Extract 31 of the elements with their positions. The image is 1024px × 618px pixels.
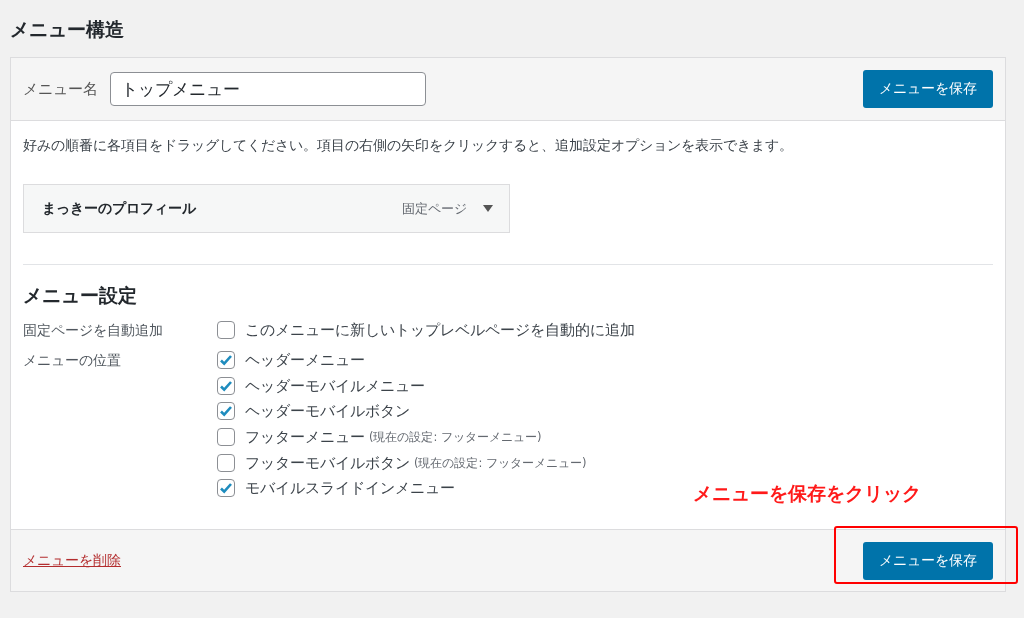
checkbox[interactable] bbox=[217, 321, 235, 339]
auto-add-label: 固定ページを自動追加 bbox=[23, 321, 164, 340]
menu-name-field[interactable]: トップメニュー bbox=[110, 72, 426, 106]
location-label: フッターメニュー bbox=[245, 428, 365, 448]
auto-add-option: このメニューに新しいトップレベルページを自動的に追加 bbox=[245, 319, 635, 341]
checkbox[interactable] bbox=[217, 351, 235, 369]
save-menu-button[interactable]: メニューを保存 bbox=[863, 541, 993, 580]
settings-title: メニュー設定 bbox=[23, 283, 138, 308]
annotation-text: メニューを保存をクリック bbox=[693, 481, 921, 507]
checkbox[interactable] bbox=[217, 479, 235, 498]
checkbox[interactable] bbox=[217, 376, 235, 395]
menu-item[interactable]: まっきーのプロフィール 固定ページ bbox=[23, 184, 510, 233]
delete-menu-link[interactable]: メニューを削除 bbox=[23, 551, 121, 570]
location-label: モバイルスライドインメニュー bbox=[245, 479, 455, 499]
caret-icon[interactable] bbox=[483, 205, 493, 212]
checkbox[interactable] bbox=[217, 453, 235, 472]
save-menu-button[interactable]: メニューを保存 bbox=[863, 70, 993, 108]
location-note: (現在の設定: フッターメニュー) bbox=[369, 429, 542, 447]
menu-item-title: まっきーのプロフィール bbox=[42, 199, 197, 218]
checkbox[interactable] bbox=[217, 402, 235, 421]
location-label: ヘッダーメニュー bbox=[245, 351, 365, 370]
location-note: (現在の設定: フッターメニュー) bbox=[414, 454, 587, 472]
location-label: ヘッダーモバイルメニュー bbox=[245, 376, 425, 396]
locations-label: メニューの位置 bbox=[23, 351, 122, 370]
location-label: ヘッダーモバイルボタン bbox=[245, 402, 410, 422]
instructions-text: 好みの順番に各項目をドラッグしてください。項目の右側の矢印をクリックすると、追加設定オプションを表示できます。 bbox=[23, 137, 794, 155]
menu-item-type: 固定ページ bbox=[402, 199, 467, 218]
checkbox[interactable] bbox=[217, 428, 235, 447]
page-title: メニュー構造 bbox=[10, 17, 125, 42]
menu-name-label: メニュー名 bbox=[23, 79, 98, 99]
location-label: フッターモバイルボタン bbox=[245, 453, 410, 473]
